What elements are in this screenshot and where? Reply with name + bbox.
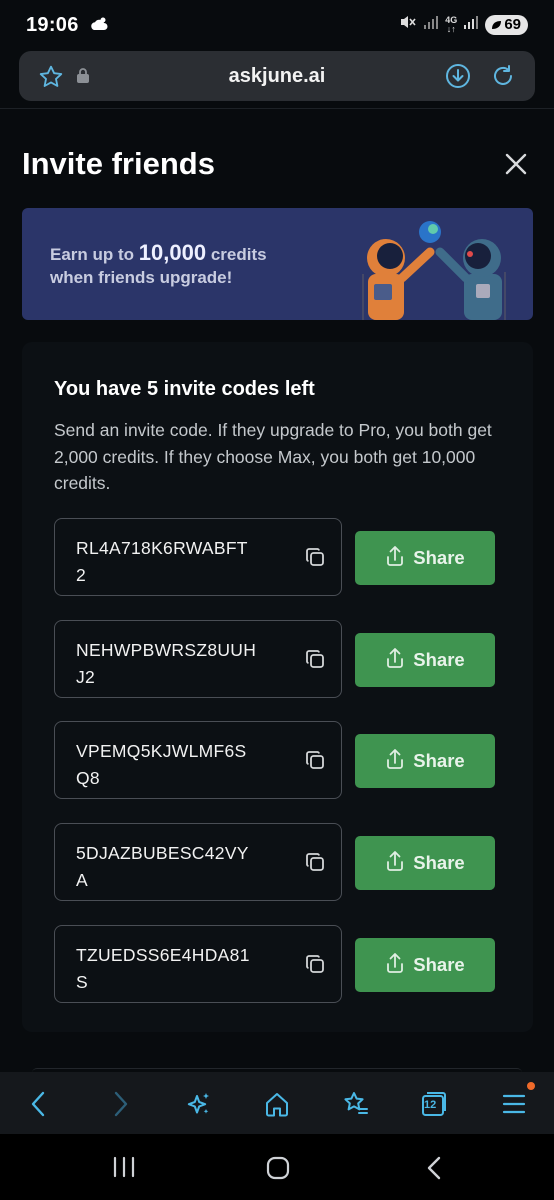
invite-code-box[interactable]: RL4A718K6RWABFT 2 — [54, 518, 342, 596]
invite-code-row: NEHWPBWRSZ8UUH J2 Share — [54, 620, 495, 700]
tabs-count: 12 — [424, 1099, 437, 1111]
share-label: Share — [413, 649, 465, 670]
back-nav-icon[interactable] — [425, 1156, 443, 1185]
share-button[interactable]: Share — [355, 531, 495, 585]
system-nav-bar — [0, 1134, 554, 1200]
page-title: Invite friends — [22, 146, 215, 181]
signal-icon-2 — [463, 14, 479, 35]
share-button[interactable]: Share — [355, 633, 495, 687]
invite-code-box[interactable]: TZUEDSS6E4HDA81 S — [54, 925, 342, 1003]
status-icons: 4G ↓↑ 69 — [399, 13, 528, 36]
share-label: Share — [413, 954, 465, 975]
banner-suffix: credits — [210, 245, 267, 264]
share-upload-icon — [385, 748, 405, 775]
weather-icon — [88, 16, 110, 39]
divider — [0, 108, 554, 109]
banner-line2: when friends upgrade! — [50, 268, 233, 287]
copy-icon[interactable] — [304, 749, 326, 776]
chevron-right-icon[interactable] — [104, 1088, 136, 1120]
banner-text: Earn up to 10,000 credits when friends u… — [50, 241, 267, 289]
invite-code-row: VPEMQ5KJWLMF6S Q8 Share — [54, 721, 495, 801]
home-nav-icon[interactable] — [266, 1156, 290, 1185]
invite-code-row: 5DJAZBUBESC42VY A Share — [54, 823, 495, 903]
invite-code-row: TZUEDSS6E4HDA81 S Share — [54, 925, 495, 1005]
invite-description: Send an invite code. If they upgrade to … — [54, 420, 492, 493]
share-button[interactable]: Share — [355, 734, 495, 788]
invite-code[interactable]: 5DJAZBUBESC42VY A — [76, 840, 276, 894]
menu-icon[interactable] — [498, 1088, 530, 1120]
network-type: 4G ↓↑ — [445, 14, 458, 34]
battery-badge: 69 — [485, 14, 528, 35]
reload-icon[interactable] — [490, 63, 516, 94]
home-icon[interactable] — [261, 1088, 293, 1120]
download-icon[interactable] — [445, 63, 471, 94]
status-bar: 19:06 4G ↓↑ 69 — [0, 0, 554, 50]
promo-banner: Earn up to 10,000 credits when friends u… — [22, 208, 533, 320]
invite-code[interactable]: VPEMQ5KJWLMF6S Q8 — [76, 738, 276, 792]
share-upload-icon — [385, 850, 405, 877]
invite-code-box[interactable]: 5DJAZBUBESC42VY A — [54, 823, 342, 901]
invite-code[interactable]: TZUEDSS6E4HDA81 S — [76, 942, 276, 996]
chevron-left-icon[interactable] — [23, 1088, 55, 1120]
copy-icon[interactable] — [304, 953, 326, 980]
share-label: Share — [413, 750, 465, 771]
astronauts-illustration — [344, 214, 533, 320]
invite-card: You have 5 invite codes left Send an inv… — [22, 342, 533, 1032]
share-label: Share — [413, 852, 465, 873]
invite-code[interactable]: RL4A718K6RWABFT 2 — [76, 535, 276, 589]
copy-icon[interactable] — [304, 648, 326, 675]
invite-code-box[interactable]: NEHWPBWRSZ8UUH J2 — [54, 620, 342, 698]
charging-leaf-icon — [492, 20, 502, 29]
invite-code-box[interactable]: VPEMQ5KJWLMF6S Q8 — [54, 721, 342, 799]
share-label: Share — [413, 547, 465, 568]
invite-title: You have 5 invite codes left — [54, 378, 315, 400]
invite-code-row: RL4A718K6RWABFT 2 Share — [54, 518, 495, 598]
share-upload-icon — [385, 952, 405, 979]
browser-toolbar: 12 — [0, 1072, 554, 1134]
banner-prefix: Earn up to — [50, 245, 135, 264]
star-list-icon[interactable] — [340, 1088, 372, 1120]
copy-icon[interactable] — [304, 546, 326, 573]
copy-icon[interactable] — [304, 851, 326, 878]
notification-dot — [527, 1082, 535, 1090]
mute-icon — [399, 13, 417, 36]
sparkle-icon[interactable] — [182, 1088, 214, 1120]
close-icon[interactable] — [500, 148, 532, 180]
invite-code[interactable]: NEHWPBWRSZ8UUH J2 — [76, 637, 276, 691]
status-time: 19:06 — [26, 14, 79, 36]
banner-amount: 10,000 — [138, 240, 207, 265]
signal-icon — [423, 14, 439, 35]
share-upload-icon — [385, 647, 405, 674]
share-button[interactable]: Share — [355, 938, 495, 992]
battery-level: 69 — [504, 16, 521, 33]
url-bar[interactable]: askjune.ai — [19, 51, 535, 101]
tabs-icon[interactable]: 12 — [418, 1088, 450, 1120]
recent-apps-icon[interactable] — [112, 1156, 136, 1183]
share-button[interactable]: Share — [355, 836, 495, 890]
share-upload-icon — [385, 545, 405, 572]
